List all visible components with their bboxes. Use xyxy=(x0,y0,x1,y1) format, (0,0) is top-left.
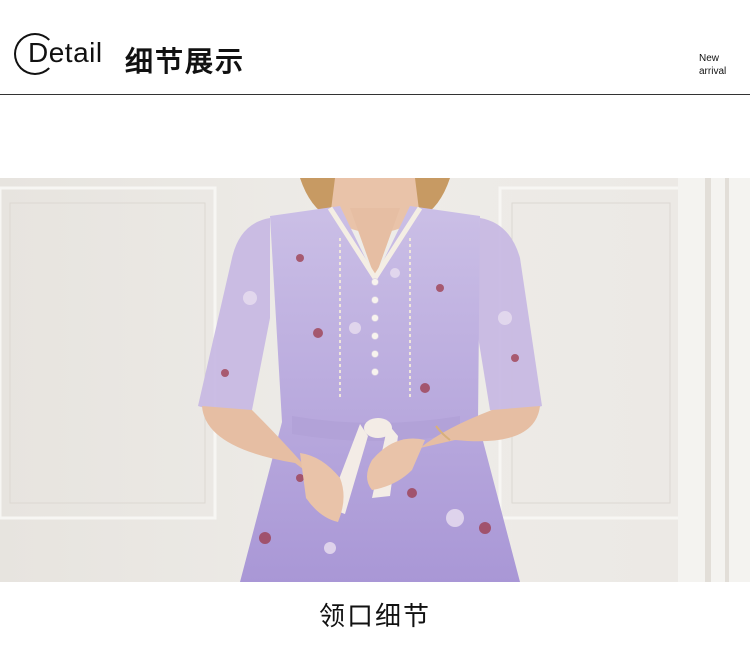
detail-label: Detail xyxy=(28,37,103,68)
section-title: 细节展示 xyxy=(125,45,246,78)
dress-illustration xyxy=(0,178,750,582)
header-divider xyxy=(0,94,750,95)
product-photo xyxy=(0,178,750,582)
new-arrival-badge: New arrival xyxy=(699,52,726,78)
badge-line-new: New xyxy=(699,53,720,64)
photo-caption: 领口细节 xyxy=(318,602,431,632)
header: Detail 细节展示 New arrival xyxy=(0,0,750,95)
badge-line-arrival: arrival xyxy=(699,66,727,77)
